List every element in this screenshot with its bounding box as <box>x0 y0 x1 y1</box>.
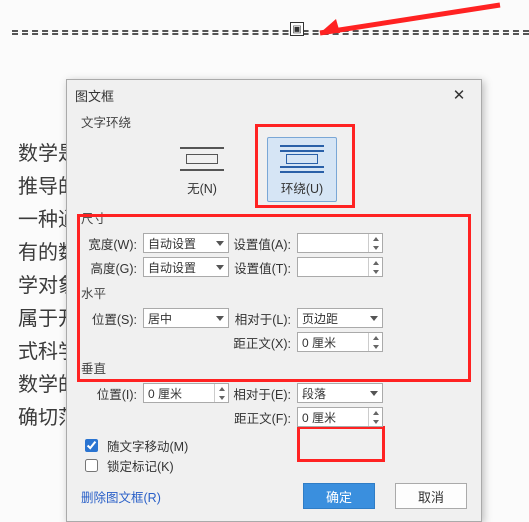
dialog-title: 图文框 <box>75 86 114 105</box>
wrap-option-none[interactable]: 无(N) <box>167 137 237 202</box>
hpos-label: 位置(S): <box>81 309 139 328</box>
frame-border-dashed <box>12 30 529 32</box>
vdist-label: 距正文(F): <box>233 408 293 427</box>
delete-frame-link[interactable]: 删除图文框(R) <box>81 487 161 506</box>
hdist-label: 距正文(X): <box>233 333 293 352</box>
frame-handle[interactable]: ▣ <box>290 22 304 36</box>
vdist-input[interactable]: 0 厘米 <box>297 407 383 427</box>
width-select[interactable]: 自动设置 <box>143 233 229 253</box>
section-size: 尺寸 <box>67 206 481 227</box>
height-set-input[interactable] <box>297 257 383 277</box>
frame-border-dashed <box>12 33 529 35</box>
vpos-input[interactable]: 0 厘米 <box>143 383 229 403</box>
wrap-around-label: 环绕(U) <box>272 178 332 197</box>
vpos-label: 位置(I): <box>81 384 139 403</box>
height-select[interactable]: 自动设置 <box>143 257 229 277</box>
ok-button[interactable]: 确定 <box>303 483 375 509</box>
dialog-titlebar[interactable]: 图文框 ✕ <box>67 80 481 110</box>
height-label: 高度(G): <box>81 258 139 277</box>
wrap-around-icon <box>280 144 324 174</box>
width-label: 宽度(W): <box>81 234 139 253</box>
move-with-text-checkbox[interactable]: 随文字移动(M) <box>81 435 467 455</box>
cancel-button[interactable]: 取消 <box>395 483 467 509</box>
frame-dialog: 图文框 ✕ 文字环绕 无(N) 环绕(U) 尺寸 宽度(W): 自动设置 设置值… <box>66 79 482 522</box>
lock-anchor-checkbox[interactable]: 锁定标记(K) <box>81 455 467 475</box>
move-with-text-label: 随文字移动(M) <box>107 436 188 455</box>
hdist-input[interactable]: 0 厘米 <box>297 332 383 352</box>
section-horizontal: 水平 <box>67 281 481 302</box>
hrel-label: 相对于(L): <box>233 309 293 328</box>
section-text-wrap: 文字环绕 <box>67 110 481 133</box>
height-set-label: 设置值(T): <box>233 258 293 277</box>
close-button[interactable]: ✕ <box>445 84 473 106</box>
hpos-select[interactable]: 居中 <box>143 308 229 328</box>
section-vertical: 垂直 <box>67 356 481 377</box>
lock-anchor-label: 锁定标记(K) <box>107 456 174 475</box>
width-set-label: 设置值(A): <box>233 234 293 253</box>
wrap-option-around[interactable]: 环绕(U) <box>267 137 337 202</box>
hrel-select[interactable]: 页边距 <box>297 308 383 328</box>
vrel-select[interactable]: 段落 <box>297 383 383 403</box>
wrap-none-label: 无(N) <box>172 178 232 197</box>
width-set-input[interactable] <box>297 233 383 253</box>
vrel-label: 相对于(E): <box>233 384 293 403</box>
annotation-arrow <box>310 0 510 50</box>
wrap-none-icon <box>180 144 224 174</box>
